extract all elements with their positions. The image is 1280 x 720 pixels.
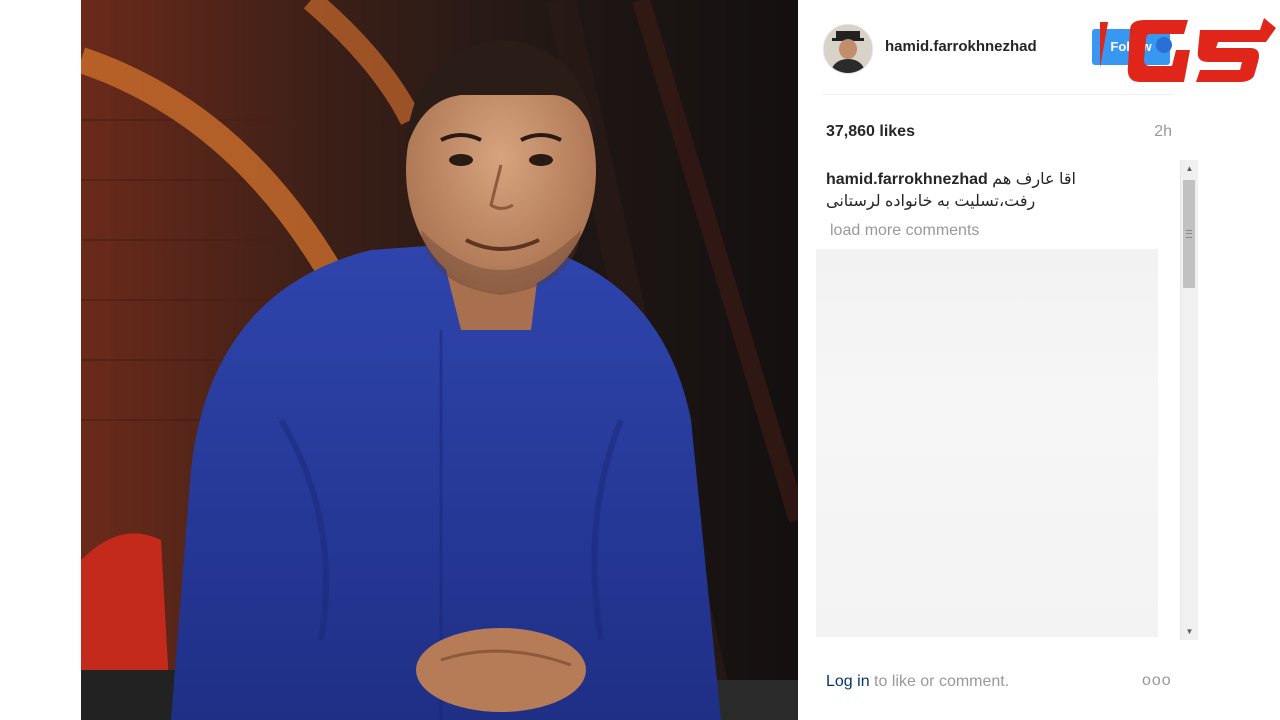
caption-text-1: اقا عارف هم: [992, 171, 1076, 188]
scrollbar-grip-icon: [1186, 230, 1192, 238]
avatar-image: [824, 25, 872, 73]
scrollbar-thumb[interactable]: [1183, 180, 1195, 288]
instagram-post-screenshot: hamid.farrokhnezhad Follow 37,860 likes …: [0, 0, 1280, 720]
post-photo[interactable]: [81, 0, 798, 720]
scroll-down-arrow-icon[interactable]: ▼: [1181, 623, 1198, 640]
post-footer: Log in to like or comment.: [826, 673, 1009, 691]
footer-text: to like or comment.: [869, 673, 1010, 690]
post-username[interactable]: hamid.farrokhnezhad: [885, 38, 1037, 55]
scroll-up-arrow-icon[interactable]: ▲: [1181, 160, 1198, 177]
load-more-comments[interactable]: load more comments: [830, 222, 979, 240]
user-avatar[interactable]: [823, 24, 873, 74]
comments-scrollbar[interactable]: ▲ ▼: [1180, 160, 1198, 640]
header-divider: [823, 94, 1173, 95]
more-options-icon[interactable]: ooo: [1142, 672, 1172, 690]
post-time[interactable]: 2h: [1154, 123, 1172, 141]
site-logo-image: [1075, 18, 1276, 82]
caption-line-1: hamid.farrokhnezhad اقا عارف هم: [826, 169, 1076, 189]
login-link[interactable]: Log in: [826, 673, 870, 690]
blurred-comments-region: [816, 249, 1158, 637]
post-details-panel: hamid.farrokhnezhad Follow 37,860 likes …: [798, 0, 1200, 720]
post-photo-image: [81, 0, 798, 720]
comments-area: hamid.farrokhnezhad اقا عارف هم رفت،تسلی…: [816, 160, 1200, 640]
caption-username[interactable]: hamid.farrokhnezhad: [826, 171, 988, 188]
likes-count[interactable]: 37,860 likes: [826, 123, 915, 141]
caption-line-2: رفت،تسلیت به خانواده لرستانی: [826, 193, 1036, 210]
site-logo: [1075, 0, 1280, 90]
